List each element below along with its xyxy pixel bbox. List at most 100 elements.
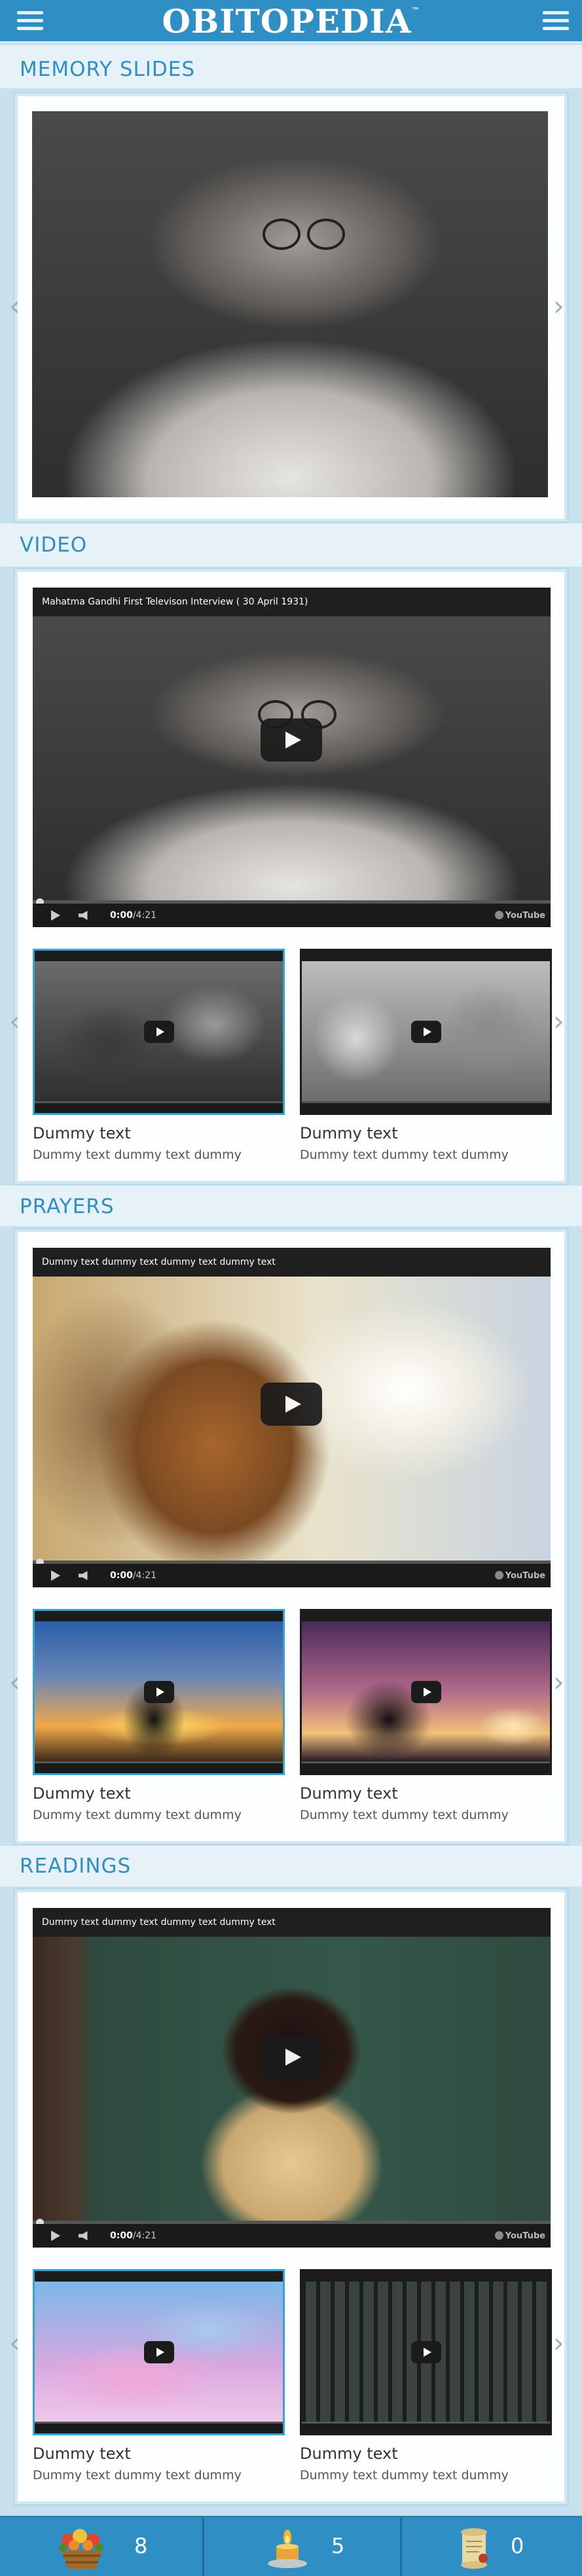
app-header: OBITOPEDIA™ — [0, 0, 582, 43]
logo-text: OBITOPEDIA — [162, 2, 412, 41]
video-panel: Mahatma Gandhi First Televison Interview… — [13, 567, 569, 1186]
thumb-play-icon[interactable] — [410, 2341, 441, 2363]
time-display: 0:00/4:21 — [110, 2231, 156, 2241]
prayers-thumb-1[interactable] — [33, 1609, 285, 1775]
footer-scrolls[interactable]: 0 — [402, 2518, 582, 2576]
footer-flowers[interactable]: 8 — [0, 2518, 204, 2576]
youtube-logo-icon — [494, 911, 503, 919]
play-button-icon[interactable] — [261, 718, 322, 762]
thumb-play-icon[interactable] — [410, 1681, 441, 1703]
readings-panel: Dummy text dummy text dummy text dummy t… — [13, 1888, 569, 2506]
slides-next-arrow-icon[interactable]: › — [553, 292, 564, 320]
readings-player-title: Dummy text dummy text dummy text dummy t… — [33, 1908, 551, 1937]
player-controls: 0:00/4:21 YouTube — [33, 2224, 551, 2248]
thumb-1-subtitle: Dummy text dummy text dummy — [33, 1808, 242, 1822]
readings-screen[interactable] — [33, 1937, 551, 2221]
prayers-thumb-2[interactable] — [300, 1609, 552, 1775]
prayers-prev-arrow-icon[interactable]: ‹ — [9, 1668, 20, 1696]
video-thumb-1[interactable] — [33, 949, 285, 1115]
time-current: 0:00 — [110, 1570, 133, 1581]
time-display: 0:00/4:21 — [110, 910, 156, 921]
thumb-2-title: Dummy text — [300, 2444, 398, 2463]
youtube-logo[interactable]: YouTube — [494, 2231, 545, 2241]
video-player[interactable]: Mahatma Gandhi First Televison Interview… — [33, 588, 551, 927]
video-player-title: Mahatma Gandhi First Televison Interview… — [33, 588, 551, 616]
memory-slide-image[interactable] — [32, 111, 548, 497]
thumb-2-title: Dummy text — [300, 1124, 398, 1142]
thumb-controls — [35, 1101, 283, 1113]
volume-icon[interactable] — [79, 911, 88, 920]
slides-prev-arrow-icon[interactable]: ‹ — [9, 292, 20, 320]
memory-slides-title: MEMORY SLIDES — [20, 58, 196, 81]
thumb-play-icon[interactable] — [143, 1681, 174, 1703]
readings-prev-arrow-icon[interactable]: ‹ — [9, 2329, 20, 2357]
logo[interactable]: OBITOPEDIA™ — [0, 2, 582, 41]
readings-player[interactable]: Dummy text dummy text dummy text dummy t… — [33, 1908, 551, 2248]
footer-bar: 8 5 0 — [0, 2516, 582, 2576]
video-header-band — [0, 523, 582, 567]
youtube-logo-icon — [494, 1571, 503, 1579]
play-icon[interactable] — [51, 1570, 60, 1581]
thumb-2-subtitle: Dummy text dummy text dummy — [300, 2468, 509, 2482]
thumb-1-subtitle: Dummy text dummy text dummy — [33, 1148, 242, 1162]
youtube-logo-text: YouTube — [505, 2231, 545, 2241]
prayers-player[interactable]: Dummy text dummy text dummy text dummy t… — [33, 1248, 551, 1587]
time-total: /4:21 — [132, 2231, 156, 2241]
youtube-logo-text: YouTube — [505, 1571, 545, 1581]
youtube-logo-icon — [494, 2231, 503, 2240]
time-display: 0:00/4:21 — [110, 1570, 156, 1581]
volume-icon[interactable] — [79, 1571, 88, 1580]
thumb-controls — [302, 1101, 550, 1113]
time-total: /4:21 — [132, 1570, 156, 1581]
youtube-logo[interactable]: YouTube — [494, 911, 545, 921]
thumb-1-title: Dummy text — [33, 1124, 131, 1142]
readings-thumb-2[interactable] — [300, 2269, 552, 2435]
play-button-icon[interactable] — [261, 2036, 322, 2079]
right-menu-hamburger-icon[interactable] — [543, 11, 569, 32]
thumb-2-subtitle: Dummy text dummy text dummy — [300, 1808, 509, 1822]
play-button-icon[interactable] — [261, 1383, 322, 1426]
thumb-controls — [35, 1761, 283, 1773]
video-title: VIDEO — [20, 533, 88, 557]
player-controls: 0:00/4:21 YouTube — [33, 904, 551, 927]
flower-count: 8 — [134, 2533, 148, 2558]
play-icon[interactable] — [51, 910, 60, 921]
thumb-2-subtitle: Dummy text dummy text dummy — [300, 1148, 509, 1162]
thumb-1-subtitle: Dummy text dummy text dummy — [33, 2468, 242, 2482]
video-thumb-2[interactable] — [300, 949, 552, 1115]
thumb-play-icon[interactable] — [143, 1021, 174, 1043]
candle-icon — [268, 2530, 307, 2568]
trademark: ™ — [411, 6, 420, 15]
thumb-play-icon[interactable] — [143, 2341, 174, 2363]
flower-basket-icon — [59, 2529, 103, 2569]
youtube-logo-text: YouTube — [505, 911, 545, 921]
glasses-left — [263, 219, 300, 250]
footer-candles[interactable]: 5 — [204, 2518, 402, 2576]
thumb-1-title: Dummy text — [33, 1784, 131, 1803]
candle-count: 5 — [331, 2533, 345, 2558]
readings-next-arrow-icon[interactable]: › — [553, 2329, 564, 2357]
youtube-logo[interactable]: YouTube — [494, 1571, 545, 1581]
readings-thumb-1[interactable] — [33, 2269, 285, 2435]
thumb-play-icon[interactable] — [410, 1021, 441, 1043]
prayers-player-title: Dummy text dummy text dummy text dummy t… — [33, 1248, 551, 1277]
thumb-controls — [35, 2422, 283, 2433]
time-total: /4:21 — [132, 910, 156, 921]
glasses-right — [307, 219, 345, 250]
thumb-1-title: Dummy text — [33, 2444, 131, 2463]
thumb-controls — [302, 1761, 550, 1773]
player-controls: 0:00/4:21 YouTube — [33, 1564, 551, 1587]
prayers-panel: Dummy text dummy text dummy text dummy t… — [13, 1227, 569, 1846]
scroll-icon — [461, 2528, 488, 2569]
play-icon[interactable] — [51, 2231, 60, 2241]
video-next-arrow-icon[interactable]: › — [553, 1008, 564, 1035]
prayers-next-arrow-icon[interactable]: › — [553, 1668, 564, 1696]
thumb-controls — [302, 2422, 550, 2433]
scroll-count: 0 — [511, 2533, 524, 2558]
volume-icon[interactable] — [79, 2231, 88, 2240]
time-current: 0:00 — [110, 2231, 133, 2241]
thumb-2-title: Dummy text — [300, 1784, 398, 1803]
time-current: 0:00 — [110, 910, 133, 921]
readings-title: READINGS — [20, 1854, 132, 1878]
video-prev-arrow-icon[interactable]: ‹ — [9, 1008, 20, 1035]
